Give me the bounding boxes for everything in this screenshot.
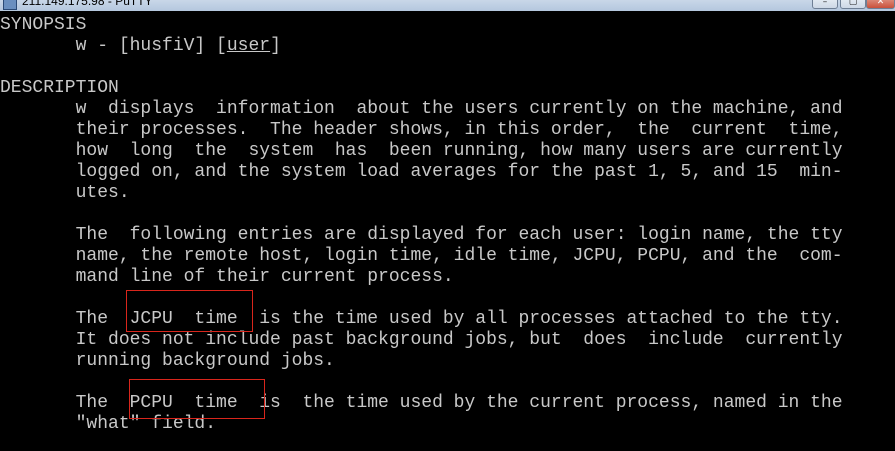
terminal-line: w displays information about the users c… [0,99,843,120]
terminal-line: w - [husfiV] [user] [0,36,281,57]
line-text: DESCRIPTION [0,78,119,98]
line-text: mand line of their current process. [0,267,454,287]
line-text: running background jobs. [0,351,335,371]
putty-icon [3,0,17,10]
terminal-line: SYNOPSIS [0,15,86,36]
line-text: SYNOPSIS [0,15,87,35]
terminal-line: It does not include past background jobs… [0,330,843,351]
terminal-line: The PCPU time is the time used by the cu… [0,393,843,414]
line-text: w displays information about the users c… [0,99,843,119]
line-text: utes. [0,183,130,203]
window-title-bar[interactable]: 211.149.175.98 - PuTTY – ▢ ✕ [0,0,895,11]
jcpu-time-highlight [126,290,253,332]
terminal-line: logged on, and the system load averages … [0,162,843,183]
maximize-button[interactable]: ▢ [840,0,866,9]
line-text: The PCPU time is the time used by the cu… [0,393,843,413]
line-text: how long the system has been running, ho… [0,141,843,161]
terminal-line: running background jobs. [0,351,335,372]
line-text: w - [husfiV] [0,36,217,56]
terminal-line: utes. [0,183,130,204]
terminal-line: their processes. The header shows, in th… [0,120,843,141]
line-text: logged on, and the system load averages … [0,162,843,182]
window-title: 211.149.175.98 - PuTTY [22,0,153,8]
close-button[interactable]: ✕ [866,0,895,9]
line-text: [ [216,36,227,56]
terminal-line: how long the system has been running, ho… [0,141,843,162]
line-text: name, the remote host, login time, idle … [0,246,843,266]
line-text: It does not include past background jobs… [0,330,843,350]
terminal-line: mand line of their current process. [0,267,454,288]
line-text: ] [270,36,281,56]
pcpu-time-highlight [129,379,265,419]
terminal-screen[interactable]: SYNOPSIS w - [husfiV] [user] DESCRIPTION … [0,11,895,451]
terminal-line: The following entries are displayed for … [0,225,843,246]
line-text: their processes. The header shows, in th… [0,120,843,140]
terminal-line: DESCRIPTION [0,78,119,99]
terminal-line: name, the remote host, login time, idle … [0,246,843,267]
line-text: The following entries are displayed for … [0,225,843,245]
minimize-button[interactable]: – [812,0,838,9]
underlined-text: user [226,36,271,56]
